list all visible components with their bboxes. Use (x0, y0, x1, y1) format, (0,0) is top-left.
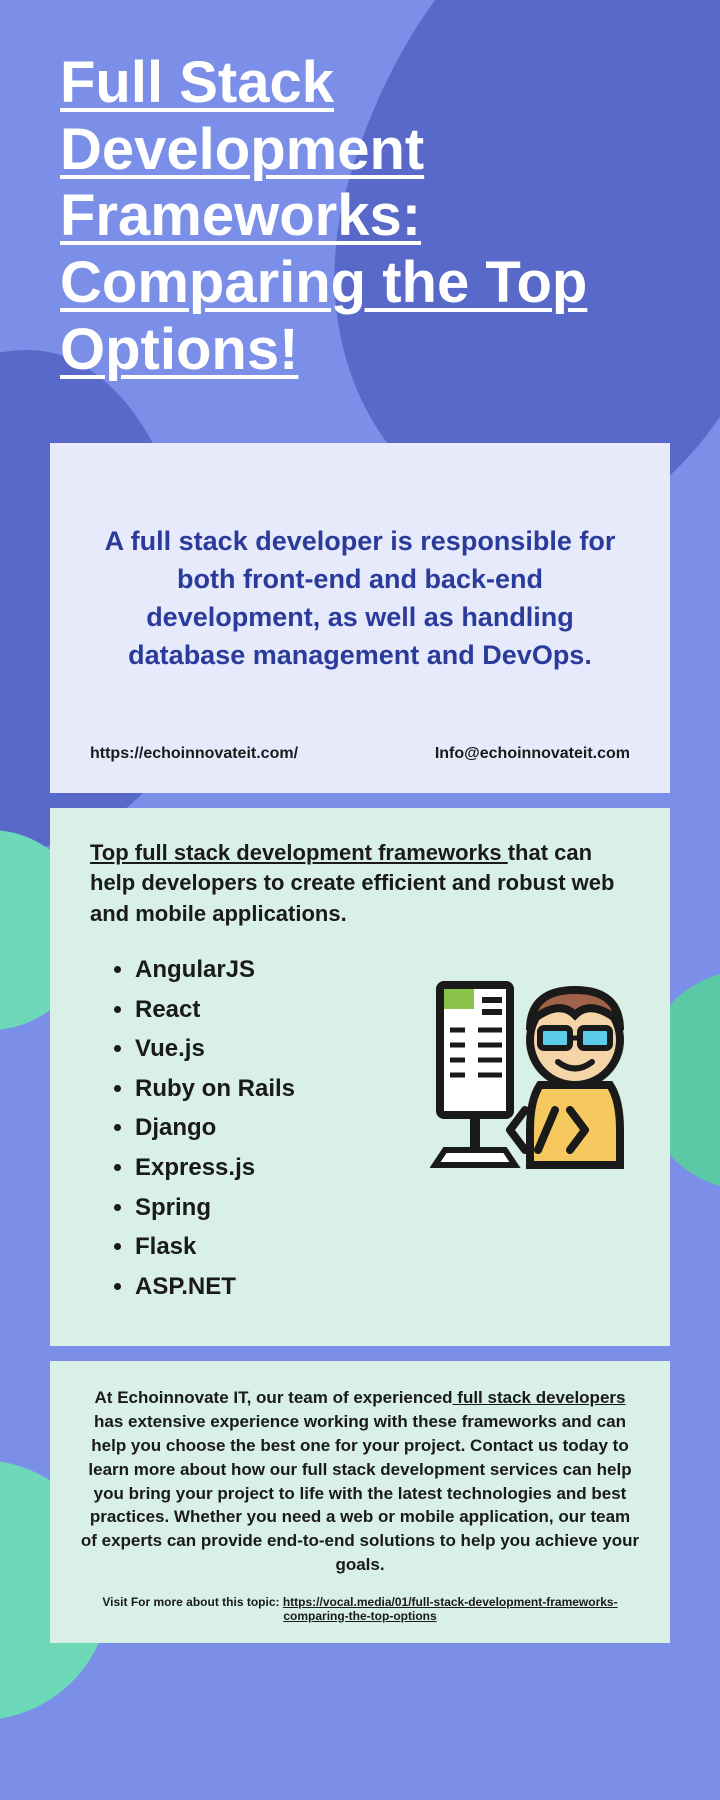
cta-post: has extensive experience working with th… (81, 1412, 639, 1574)
cta-card: At Echoinnovate IT, our team of experien… (50, 1361, 670, 1642)
intro-text: A full stack developer is responsible fo… (90, 523, 630, 674)
website-link[interactable]: https://echoinnovateit.com/ (90, 745, 298, 763)
developer-icon (430, 970, 630, 1190)
frameworks-list: AngularJS React Vue.js Ruby on Rails Dja… (90, 950, 410, 1306)
page-title: Full Stack Development Frameworks: Compa… (0, 0, 720, 383)
list-item: Flask (135, 1227, 410, 1267)
list-item: React (135, 990, 410, 1030)
footer-label: Visit For more about this topic: (102, 1595, 282, 1609)
frameworks-card: Top full stack development frameworks th… (50, 808, 670, 1347)
intro-card: A full stack developer is responsible fo… (50, 443, 670, 792)
cta-link[interactable]: full stack developers (453, 1388, 626, 1407)
list-item: AngularJS (135, 950, 410, 990)
cta-pre: At Echoinnovate IT, our team of experien… (95, 1388, 453, 1407)
footer-link[interactable]: https://vocal.media/01/full-stack-develo… (283, 1595, 618, 1623)
footer-text: Visit For more about this topic: https:/… (80, 1595, 640, 1623)
frameworks-heading: Top full stack development frameworks th… (90, 838, 630, 930)
contact-row: https://echoinnovateit.com/ Info@echoinn… (90, 745, 630, 763)
list-item: Django (135, 1108, 410, 1148)
list-item: Spring (135, 1188, 410, 1228)
list-item: Express.js (135, 1148, 410, 1188)
list-item: Vue.js (135, 1029, 410, 1069)
list-item: ASP.NET (135, 1267, 410, 1307)
cta-text: At Echoinnovate IT, our team of experien… (80, 1386, 640, 1576)
heading-underlined: Top full stack development frameworks (90, 840, 508, 865)
list-item: Ruby on Rails (135, 1069, 410, 1109)
email-link[interactable]: Info@echoinnovateit.com (435, 745, 630, 763)
